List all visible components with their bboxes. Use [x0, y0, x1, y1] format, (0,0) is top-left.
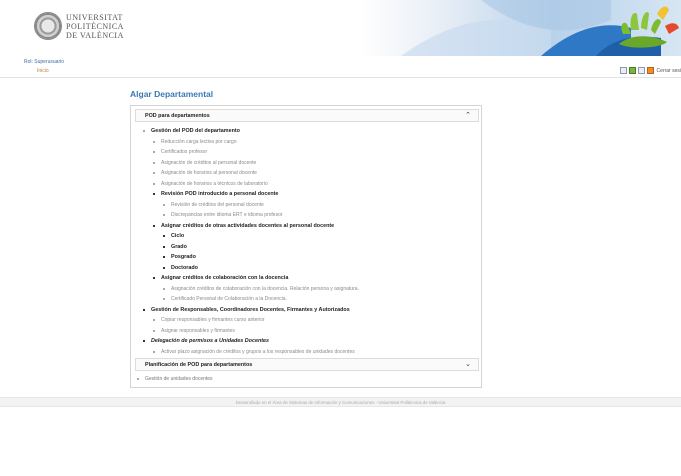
- bullet-icon: [153, 277, 155, 279]
- page-footer: Desarrollado en el Área de Sistemas de I…: [0, 397, 681, 407]
- chevron-up-icon[interactable]: ⌃: [465, 111, 471, 119]
- teaching-units-link[interactable]: Gestión de unidades docentes: [137, 376, 213, 382]
- bullet-icon: [163, 298, 165, 300]
- menu-item-label: Gestión del POD del departamento: [151, 128, 240, 134]
- menu-item[interactable]: Reducción carga lectiva por cargo: [153, 137, 237, 147]
- university-seal-icon: [34, 12, 62, 40]
- bullet-icon: [163, 256, 165, 258]
- menu-item[interactable]: Certificados profesor: [153, 147, 207, 157]
- menu-item[interactable]: Asignación créditos de colaboración con …: [163, 284, 359, 294]
- bullet-icon: [163, 245, 165, 248]
- bullet-icon: [153, 182, 155, 185]
- role-link[interactable]: Rol: Superusuario: [24, 59, 64, 65]
- menu-item-label: Discrepancias entre idioma ERT e idioma …: [171, 212, 283, 218]
- breadcrumb-home-link[interactable]: Inicio: [37, 68, 49, 74]
- header-banner-image: [361, 0, 681, 56]
- toolbar-right: Cerrar sesi: [619, 66, 681, 75]
- menu-item[interactable]: Doctorado: [163, 263, 198, 273]
- menu-item-label: Posgrado: [171, 254, 196, 260]
- menu-item-label: Ciclo: [171, 233, 185, 239]
- university-name-line-3: DE VALÈNCIA: [66, 31, 124, 40]
- menu-item-label: Gestión de Responsables, Coordinadores D…: [151, 306, 350, 313]
- bullet-icon: [163, 214, 165, 216]
- window-icon[interactable]: [619, 67, 627, 74]
- menu-item-label: Asignar créditos de colaboración con la …: [161, 275, 289, 281]
- university-name-line-2: POLITÈCNICA: [66, 22, 124, 31]
- bullet-icon: [143, 130, 145, 132]
- bullet-icon: [143, 340, 145, 342]
- menu-item-label: Certificado Personal de Colaboración a l…: [171, 296, 287, 302]
- menu-item-label: Certificados profesor: [161, 149, 208, 155]
- menu-item-label: Copiar responsables y firmantes curso an…: [161, 317, 265, 323]
- menu-item[interactable]: Asignar responsables y firmantes: [153, 326, 235, 336]
- bullet-icon: [153, 161, 155, 164]
- menu-item-label: Doctorado: [171, 264, 198, 271]
- planning-section-label: Planificación de POD para departamentos: [145, 362, 253, 368]
- menu-item[interactable]: Gestión del POD del departamento: [143, 126, 240, 136]
- page-header: UNIVERSITAT POLITÈCNICA DE VALÈNCIA: [0, 0, 681, 56]
- bullet-icon: [153, 151, 155, 153]
- menu-item-label: Asignación de créditos al personal docen…: [161, 159, 257, 166]
- footer-credit: Desarrollado en el Área de Sistemas de I…: [235, 400, 446, 405]
- teaching-units-label: Gestión de unidades docentes: [145, 376, 213, 382]
- bullet-icon: [153, 172, 155, 174]
- menu-item[interactable]: Asignar créditos de otras actividades do…: [153, 221, 334, 231]
- menu-item-label: Asignar créditos de otras actividades do…: [161, 222, 335, 229]
- bullet-icon: [143, 308, 145, 311]
- menu-item[interactable]: Asignación de horarios a técnicos de lab…: [153, 179, 268, 189]
- menu-item[interactable]: Asignar créditos de colaboración con la …: [153, 273, 288, 283]
- bullet-icon: [153, 193, 155, 195]
- menu-item[interactable]: Revisión POD introducido a personal doce…: [153, 189, 278, 199]
- menu-item[interactable]: Asignación de horarios al personal docen…: [153, 168, 257, 178]
- menu-item[interactable]: Posgrado: [163, 252, 196, 262]
- bullet-icon: [153, 329, 155, 332]
- bullet-icon: [137, 378, 139, 380]
- menu-item-label: Revisión de créditos del personal docent…: [171, 201, 264, 208]
- print-icon[interactable]: [637, 67, 645, 74]
- menu-panel: POD para departamentos ⌃ Gestión del POD…: [130, 105, 482, 388]
- menu-item[interactable]: Revisión de créditos del personal docent…: [163, 200, 264, 210]
- bullet-icon: [153, 350, 155, 353]
- university-logo[interactable]: UNIVERSITAT POLITÈCNICA DE VALÈNCIA: [34, 12, 134, 44]
- menu-item[interactable]: Certificado Personal de Colaboración a l…: [163, 294, 287, 304]
- menu-panel-header-label: POD para departamentos: [145, 113, 210, 119]
- menu-item[interactable]: Asignación de créditos al personal docen…: [153, 158, 256, 168]
- menu-item-label: Asignación de horarios a técnicos de lab…: [161, 180, 268, 187]
- menu-item[interactable]: Ciclo: [163, 231, 184, 241]
- menu-item[interactable]: Grado: [163, 242, 187, 252]
- bullet-icon: [163, 287, 165, 290]
- bullet-icon: [153, 319, 155, 321]
- menu-item-label: Asignación créditos de colaboración con …: [171, 285, 359, 292]
- menu-item-label: Asignar responsables y firmantes: [161, 327, 235, 334]
- bullet-icon: [163, 235, 165, 237]
- menu-item[interactable]: Activar plazo asignación de créditos y g…: [153, 347, 355, 357]
- planning-section-header[interactable]: Planificación de POD para departamentos …: [135, 358, 479, 371]
- menu-item-label: Grado: [171, 243, 187, 250]
- menu-item-label: Reducción carga lectiva por cargo: [161, 138, 237, 145]
- bullet-icon: [163, 266, 165, 269]
- menu-item[interactable]: Copiar responsables y firmantes curso an…: [153, 315, 265, 325]
- menu-panel-header[interactable]: POD para departamentos ⌃: [135, 109, 479, 122]
- menu-item[interactable]: Gestión de Responsables, Coordinadores D…: [143, 305, 350, 315]
- menu-item-label: Delegación de permisos a Unidades Docent…: [151, 338, 270, 344]
- menu-item[interactable]: Delegación de permisos a Unidades Docent…: [143, 336, 269, 346]
- logout-icon[interactable]: [646, 67, 654, 74]
- bullet-icon: [153, 140, 155, 143]
- toolbar-divider: [0, 77, 681, 78]
- chevron-down-icon[interactable]: ⌄: [465, 360, 471, 368]
- menu-item-label: Revisión POD introducido a personal doce…: [161, 191, 279, 197]
- info-icon[interactable]: [628, 67, 636, 74]
- university-name-line-1: UNIVERSITAT: [66, 13, 123, 22]
- menu-item-label: Asignación de horarios al personal docen…: [161, 170, 257, 176]
- page-title: Algar Departamental: [130, 89, 214, 99]
- bullet-icon: [153, 224, 155, 227]
- logout-link[interactable]: Cerrar sesi: [657, 68, 681, 74]
- bullet-icon: [163, 203, 165, 206]
- menu-item-label: Activar plazo asignación de créditos y g…: [161, 348, 355, 355]
- menu-item[interactable]: Discrepancias entre idioma ERT e idioma …: [163, 210, 283, 220]
